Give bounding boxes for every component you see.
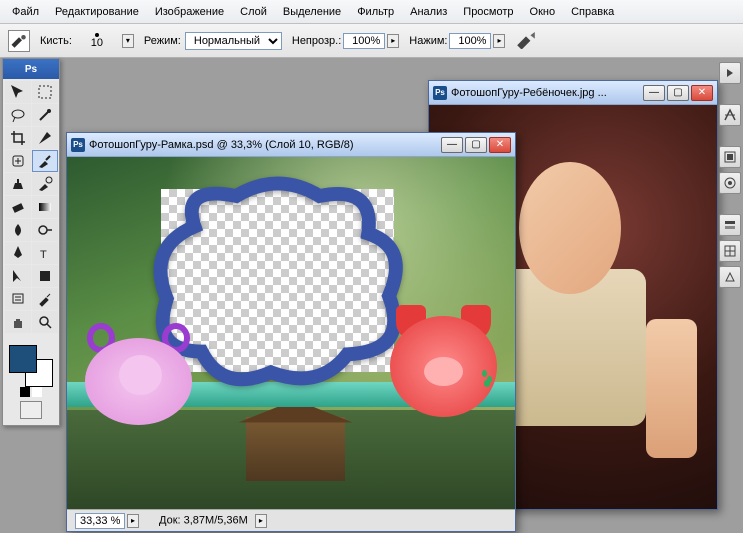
dock-panel-icon[interactable] xyxy=(719,266,741,288)
workspace: Ps ФотошопГуру-Ребёночек.jpg ... — ▢ ✕ P… xyxy=(0,58,743,533)
airbrush-toggle-icon[interactable] xyxy=(515,32,537,50)
close-button[interactable]: ✕ xyxy=(691,85,713,101)
mode-label: Режим: xyxy=(144,35,181,47)
docsize-chevron-icon[interactable]: ▸ xyxy=(255,514,267,528)
path-selection-tool[interactable] xyxy=(5,265,31,287)
zoom-tool[interactable] xyxy=(32,311,58,333)
minimize-button[interactable]: — xyxy=(643,85,665,101)
crop-tool[interactable] xyxy=(5,127,31,149)
status-bar: ▸ Док: 3,87M/5,36M ▸ xyxy=(67,509,515,531)
gradient-tool[interactable] xyxy=(32,196,58,218)
menu-file[interactable]: Файл xyxy=(4,2,47,22)
opacity-input[interactable] xyxy=(343,33,385,49)
zoom-input[interactable] xyxy=(75,513,125,529)
shape-tool[interactable] xyxy=(32,265,58,287)
psd-icon: Ps xyxy=(71,138,85,152)
right-panel-dock xyxy=(717,58,743,288)
healing-brush-tool[interactable] xyxy=(5,150,31,172)
menu-help[interactable]: Справка xyxy=(563,2,622,22)
pen-tool[interactable] xyxy=(5,242,31,264)
brush-preset-chevron-icon[interactable]: ▾ xyxy=(122,34,134,48)
brush-tool[interactable] xyxy=(32,150,58,172)
menu-window[interactable]: Окно xyxy=(522,2,564,22)
brush-label: Кисть: xyxy=(40,35,72,47)
dock-panel-icon[interactable] xyxy=(719,104,741,126)
title-frame: ФотошопГуру-Рамка.psd @ 33,3% (Слой 10, … xyxy=(89,139,437,151)
dock-panel-icon[interactable] xyxy=(719,240,741,262)
minimize-button[interactable]: — xyxy=(441,137,463,153)
brush-preset-picker[interactable]: 10 xyxy=(82,33,112,49)
menu-image[interactable]: Изображение xyxy=(147,2,232,22)
flow-input[interactable] xyxy=(449,33,491,49)
default-colors-icon[interactable] xyxy=(3,387,59,397)
docsize-value: 3,87M/5,36M xyxy=(184,514,248,526)
blend-mode-select[interactable]: Нормальный xyxy=(185,32,282,50)
menu-filter[interactable]: Фильтр xyxy=(349,2,402,22)
dock-expand-icon[interactable] xyxy=(719,62,741,84)
psd-icon: Ps xyxy=(433,86,447,100)
slice-tool[interactable] xyxy=(32,127,58,149)
brush-size-value: 10 xyxy=(82,37,112,49)
blur-tool[interactable] xyxy=(5,219,31,241)
flow-chevron-icon[interactable]: ▸ xyxy=(493,34,505,48)
foreground-color-swatch[interactable] xyxy=(9,345,37,373)
docsize-label: Док: xyxy=(159,514,181,526)
magic-wand-tool[interactable] xyxy=(32,104,58,126)
titlebar-baby[interactable]: Ps ФотошопГуру-Ребёночек.jpg ... — ▢ ✕ xyxy=(429,81,717,105)
zoom-chevron-icon[interactable]: ▸ xyxy=(127,514,139,528)
eyedropper-tool[interactable] xyxy=(32,288,58,310)
svg-text:T: T xyxy=(40,249,47,261)
dock-panel-icon[interactable] xyxy=(719,172,741,194)
canvas-frame[interactable] xyxy=(67,157,515,509)
menu-view[interactable]: Просмотр xyxy=(455,2,521,22)
clone-stamp-tool[interactable] xyxy=(5,173,31,195)
flow-label: Нажим: xyxy=(409,35,447,47)
sheep-character xyxy=(85,319,193,425)
type-tool[interactable]: T xyxy=(32,242,58,264)
notes-tool[interactable] xyxy=(5,288,31,310)
hand-tool[interactable] xyxy=(5,311,31,333)
options-bar: Кисть: 10 ▾ Режим: Нормальный Непрозр.: … xyxy=(0,24,743,58)
pig-character xyxy=(390,305,498,418)
menu-analysis[interactable]: Анализ xyxy=(402,2,455,22)
toolbox-header[interactable]: Ps xyxy=(3,59,59,79)
dodge-tool[interactable] xyxy=(32,219,58,241)
move-tool[interactable] xyxy=(5,81,31,103)
close-button[interactable]: ✕ xyxy=(489,137,511,153)
title-baby: ФотошопГуру-Ребёночек.jpg ... xyxy=(451,87,639,99)
lasso-tool[interactable] xyxy=(5,104,31,126)
eraser-tool[interactable] xyxy=(5,196,31,218)
maximize-button[interactable]: ▢ xyxy=(465,137,487,153)
titlebar-frame[interactable]: Ps ФотошопГуру-Рамка.psd @ 33,3% (Слой 1… xyxy=(67,133,515,157)
maximize-button[interactable]: ▢ xyxy=(667,85,689,101)
opacity-label: Непрозр.: xyxy=(292,35,341,47)
marquee-tool[interactable] xyxy=(32,81,58,103)
quick-mask-toggle[interactable] xyxy=(20,401,42,419)
color-swatches[interactable] xyxy=(3,341,59,385)
menu-select[interactable]: Выделение xyxy=(275,2,349,22)
current-tool-icon[interactable] xyxy=(8,30,30,52)
menu-edit[interactable]: Редактирование xyxy=(47,2,147,22)
toolbox: Ps T xyxy=(2,58,60,426)
opacity-chevron-icon[interactable]: ▸ xyxy=(387,34,399,48)
dock-panel-icon[interactable] xyxy=(719,214,741,236)
document-window-frame: Ps ФотошопГуру-Рамка.psd @ 33,3% (Слой 1… xyxy=(66,132,516,532)
dock-panel-icon[interactable] xyxy=(719,146,741,168)
history-brush-tool[interactable] xyxy=(32,173,58,195)
menu-layer[interactable]: Слой xyxy=(232,2,275,22)
menubar: Файл Редактирование Изображение Слой Выд… xyxy=(0,0,743,24)
